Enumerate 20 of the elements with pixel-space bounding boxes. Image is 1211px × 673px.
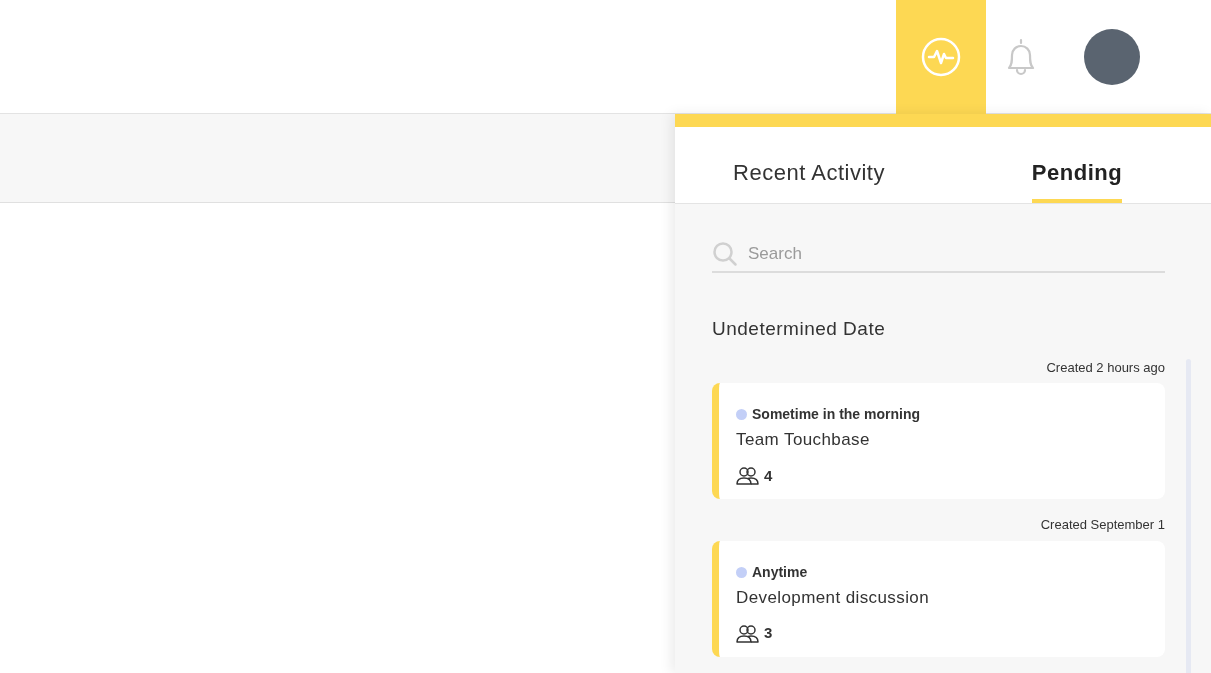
event-time: Sometime in the morning [752, 405, 920, 424]
event-card[interactable]: Anytime Development discussion 3 [712, 540, 1165, 657]
avatar[interactable] [1084, 29, 1140, 85]
panel-tab[interactable]: Pending [943, 127, 1211, 203]
nav-tab[interactable] [896, 0, 986, 114]
created-date: Created September 1 [1040, 516, 1165, 534]
search-icon [712, 241, 738, 267]
search-field[interactable]: Search [748, 237, 1165, 271]
panel-tab[interactable]: Recent Activity [675, 127, 943, 203]
event-time: Anytime [752, 562, 808, 582]
people-icon [736, 466, 759, 486]
activity-icon [920, 36, 962, 78]
section-heading: Undetermined Date [712, 317, 886, 341]
attendee-count: 4 [764, 465, 773, 486]
attendee-count: 3 [764, 623, 773, 643]
people-icon [736, 623, 759, 643]
event-title: Development discussion [736, 586, 930, 609]
created-date: Created 2 hours ago [1046, 358, 1165, 377]
event-card[interactable]: Sometime in the morning Team Touchbase 4 [712, 383, 1165, 499]
event-title: Team Touchbase [736, 429, 870, 451]
